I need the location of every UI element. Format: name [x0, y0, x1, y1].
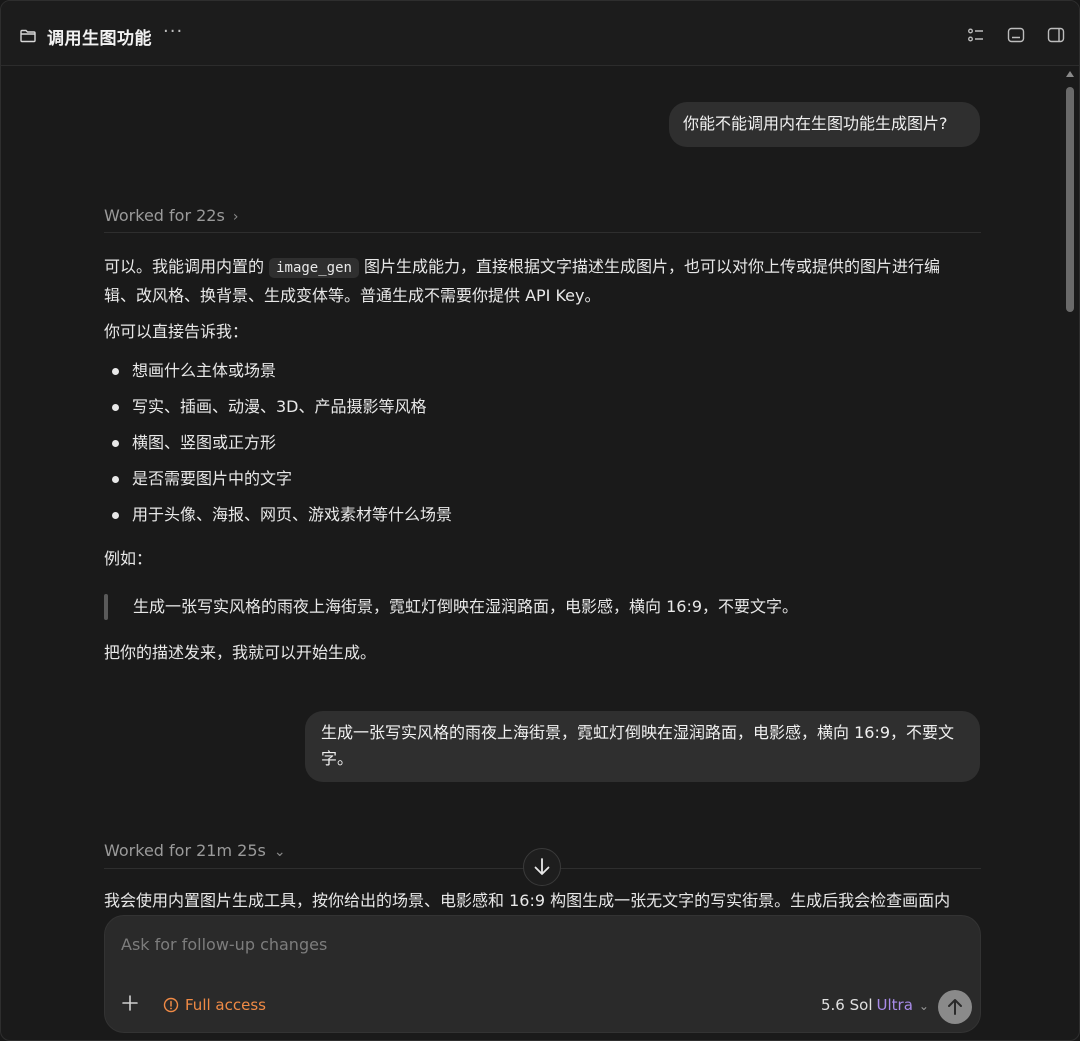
terminal-panel-icon[interactable]	[1007, 26, 1025, 44]
title-bar: 调用生图功能 ···	[1, 1, 1079, 66]
user-message: 生成一张写实风格的雨夜上海街景，霓虹灯倒映在湿润路面，电影感，横向 16:9，不…	[305, 711, 980, 782]
inline-code: image_gen	[269, 258, 359, 278]
app-window: 调用生图功能 ··· 你能不能调用内在生图功能生成图片? Worked for …	[0, 0, 1080, 1041]
list-item: 写实、插画、动漫、3D、产品摄影等风格	[104, 391, 452, 427]
assistant-paragraph: 可以。我能调用内置的 image_gen 图片生成能力，直接根据文字描述生成图片…	[104, 257, 941, 305]
worked-duration-toggle[interactable]: Worked for 22s ›	[104, 206, 238, 225]
blockquote-text: 生成一张写实风格的雨夜上海街景，霓虹灯倒映在湿润路面，电影感，横向 16:9，不…	[133, 597, 799, 616]
conversation-title: 调用生图功能	[47, 29, 152, 49]
arrow-up-icon	[948, 999, 962, 1015]
composer: Full access 5.6 SolUltra ⌄	[104, 915, 981, 1033]
list-item: 是否需要图片中的文字	[104, 463, 452, 499]
more-options-icon[interactable]: ···	[163, 21, 183, 42]
model-tier: Ultra	[876, 996, 913, 1014]
worked-duration-label: Worked for 22s	[104, 206, 225, 225]
assistant-paragraph: 你可以直接告诉我：	[104, 322, 249, 341]
send-button[interactable]	[938, 990, 972, 1024]
user-message: 你能不能调用内在生图功能生成图片?	[669, 102, 980, 147]
chevron-right-icon: ›	[232, 209, 239, 225]
divider	[104, 232, 981, 233]
scrollbar[interactable]	[1063, 65, 1077, 1040]
checklist-icon[interactable]	[967, 26, 985, 44]
assistant-paragraph: 例如：	[104, 549, 153, 568]
plus-icon	[122, 995, 138, 1011]
add-attachment-button[interactable]	[121, 994, 139, 1017]
sidebar-toggle-icon[interactable]	[1047, 26, 1065, 44]
access-level-button[interactable]: Full access	[163, 996, 266, 1014]
worked-duration-label: Worked for 21m 25s	[104, 841, 266, 860]
worked-duration-toggle[interactable]: Worked for 21m 25s ⌄	[104, 841, 286, 860]
chevron-down-icon: ⌄	[918, 999, 929, 1013]
chevron-down-icon: ⌄	[273, 844, 286, 860]
scroll-up-arrow-icon[interactable]	[1066, 71, 1074, 77]
scroll-to-bottom-button[interactable]	[523, 848, 561, 886]
warning-circle-icon	[163, 997, 179, 1013]
blockquote: 生成一张写实风格的雨夜上海街景，霓虹灯倒映在湿润路面，电影感，横向 16:9，不…	[104, 594, 981, 622]
folder-icon	[20, 29, 36, 43]
arrow-down-icon	[534, 858, 550, 875]
list-item: 横图、竖图或正方形	[104, 427, 452, 463]
list-item: 用于头像、海报、网页、游戏素材等什么场景	[104, 499, 452, 535]
model-selector[interactable]: 5.6 Sol Ultra ⌄	[821, 996, 929, 1014]
scrollbar-thumb[interactable]	[1066, 87, 1074, 312]
assistant-bullet-list: 想画什么主体或场景 写实、插画、动漫、3D、产品摄影等风格 横图、竖图或正方形 …	[104, 355, 452, 535]
follow-up-input[interactable]	[119, 934, 963, 955]
assistant-paragraph: 把你的描述发来，我就可以开始生成。	[104, 643, 377, 662]
blockquote-bar	[104, 594, 108, 620]
chat-thread: 你能不能调用内在生图功能生成图片? Worked for 22s › 可以。我能调…	[1, 65, 1063, 1040]
access-level-label: Full access	[185, 996, 266, 1014]
model-name: 5.6 Sol	[821, 996, 873, 1014]
assistant-paragraph-partial: 我会使用内置图片生成工具，按你给出的场景、电影感和 16:9 构图生成一张无文字…	[104, 891, 951, 910]
list-item: 想画什么主体或场景	[104, 355, 452, 391]
